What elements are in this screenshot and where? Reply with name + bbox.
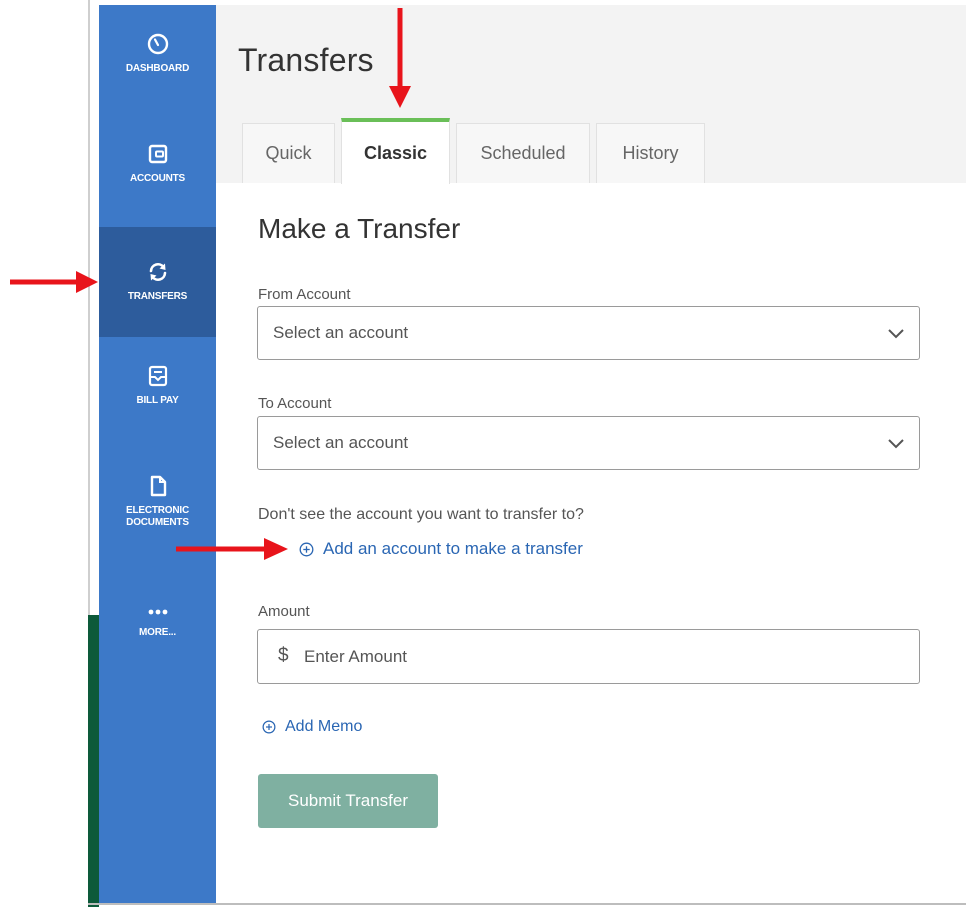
from-account-select[interactable]: Select an account [257,306,920,360]
page-title: Transfers [238,42,374,78]
red-arrow-right-icon [176,538,288,560]
sync-icon [149,263,166,281]
from-account-label: From Account [258,286,351,303]
amount-input[interactable] [304,631,904,682]
inbox-icon [148,365,167,387]
currency-symbol: $ [278,645,289,666]
sidebar-item-electronic-documents[interactable]: ELECTRONIC DOCUMENTS [99,475,216,529]
plus-circle-icon [299,542,314,556]
add-account-link[interactable]: Add an account to make a transfer [299,539,583,559]
sidebar-item-label: TRANSFERS [127,291,188,302]
sidebar-item-accounts[interactable]: ACCOUNTS [99,143,216,185]
sidebar-item-dashboard[interactable]: DASHBOARD [99,33,216,75]
form-title: Make a Transfer [258,213,461,244]
sidebar-nav: DASHBOARD ACCOUNTS TRANSFERS BILL PAY EL… [99,5,216,903]
document-icon [150,475,166,497]
amount-label: Amount [258,603,310,620]
submit-transfer-button[interactable]: Submit Transfer [258,774,438,828]
amount-field[interactable]: $ [257,629,920,684]
sidebar-item-more[interactable]: MORE... [99,601,216,639]
sidebar-item-label: DASHBOARD [125,63,190,74]
tab-scheduled[interactable]: Scheduled [456,123,590,183]
add-account-link-text: Add an account to make a transfer [323,539,583,558]
more-dots-icon [148,609,167,615]
sidebar-item-label: ELECTRONIC DOCUMENTS [125,505,189,528]
frame-green-strip [88,615,99,907]
tab-classic[interactable]: Classic [341,118,450,184]
tab-quick[interactable]: Quick [242,123,335,183]
add-memo-link-text: Add Memo [285,718,363,735]
frame-bottom-edge [88,903,966,905]
add-memo-link[interactable]: Add Memo [262,718,362,736]
sidebar-item-transfers[interactable]: TRANSFERS [99,227,216,337]
red-arrow-down-icon [389,8,411,108]
chevron-down-icon [888,439,904,449]
gauge-icon [147,33,168,55]
wallet-icon [148,144,167,164]
to-account-select[interactable]: Select an account [257,416,920,470]
to-account-label: To Account [258,395,332,412]
sidebar-item-label: MORE... [139,627,176,638]
tab-history[interactable]: History [596,123,705,183]
missing-account-hint: Don't see the account you want to transf… [258,506,584,523]
sidebar-item-label: ACCOUNTS [129,173,186,184]
plus-circle-icon [262,720,276,734]
from-account-value: Select an account [273,323,409,342]
to-account-value: Select an account [273,433,409,452]
chevron-down-icon [888,329,904,339]
sidebar-item-bill-pay[interactable]: BILL PAY [99,365,216,407]
sidebar-item-label: BILL PAY [136,395,179,406]
red-arrow-right-icon [10,271,98,293]
